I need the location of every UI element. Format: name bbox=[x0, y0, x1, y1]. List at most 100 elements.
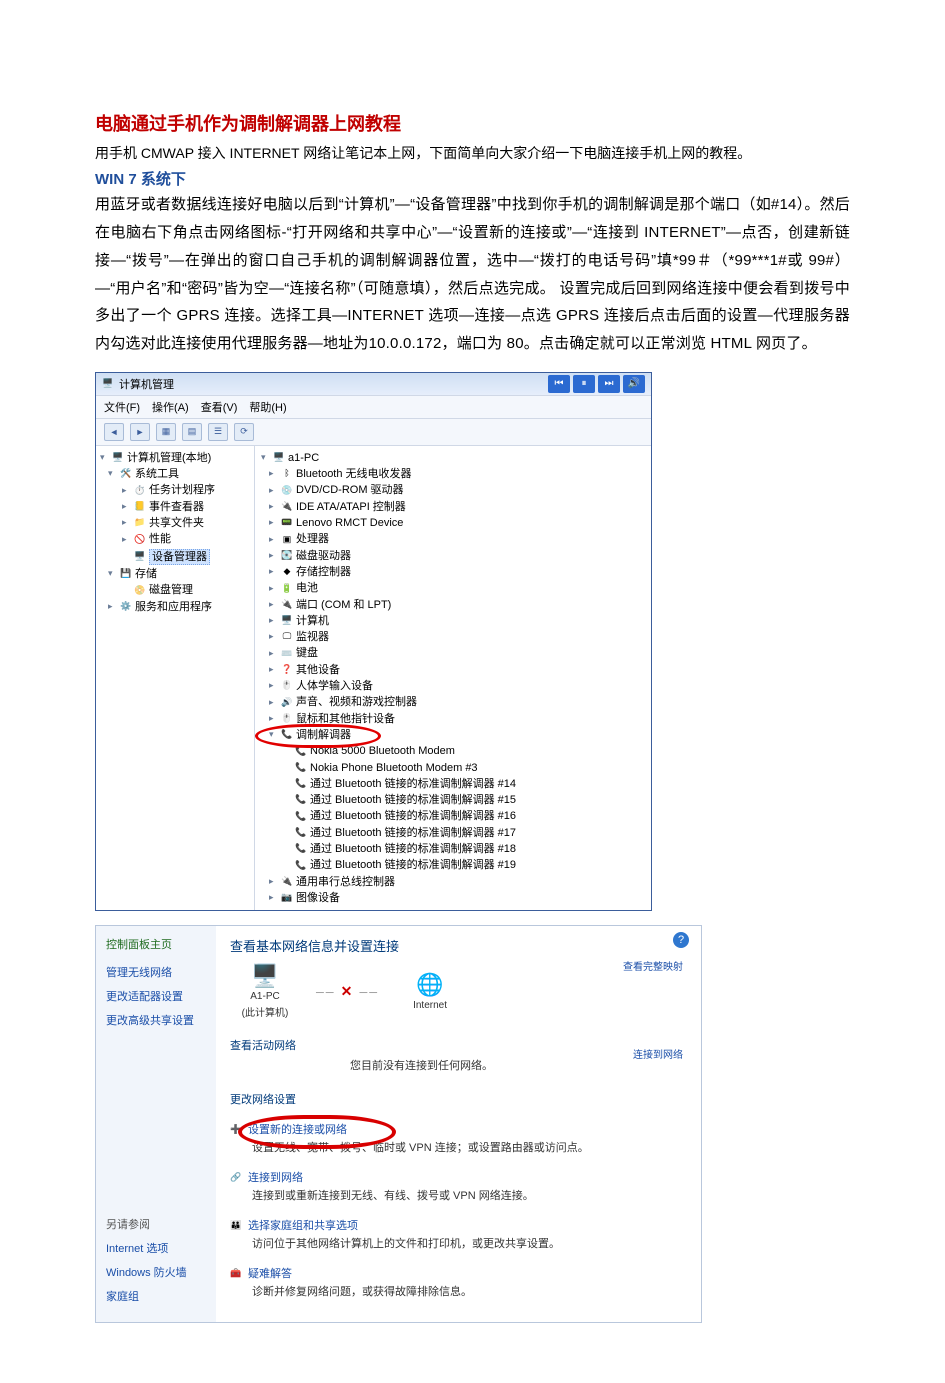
event-icon: 📒 bbox=[134, 501, 146, 512]
tree-item[interactable]: 事件查看器 bbox=[149, 500, 204, 514]
perf-icon: 🚫 bbox=[134, 534, 146, 545]
tree-item[interactable]: 任务计划程序 bbox=[149, 483, 215, 497]
media-next-icon[interactable]: ⏭ bbox=[598, 375, 620, 393]
left-link[interactable]: 更改高级共享设置 bbox=[106, 1012, 206, 1028]
device-cat[interactable]: 电池 bbox=[296, 581, 318, 595]
nav-back-icon[interactable]: ◄ bbox=[104, 423, 124, 441]
device-cat[interactable]: 键盘 bbox=[296, 646, 318, 660]
tool-icon[interactable]: ▤ bbox=[182, 423, 202, 441]
see-also-link[interactable]: Internet 选项 bbox=[106, 1240, 206, 1256]
device-mgr-icon: 🖥️ bbox=[134, 551, 146, 562]
tree-root[interactable]: 计算机管理(本地) bbox=[127, 451, 211, 465]
network-map: 🖥️ A1-PC (此计算机) ── ✕ ── 🌐 Internet bbox=[230, 963, 687, 1019]
modem-item[interactable]: Nokia Phone Bluetooth Modem #3 bbox=[310, 761, 478, 775]
computer-icon: 🖥️ bbox=[112, 453, 124, 464]
media-sound-icon[interactable]: 🔊 bbox=[623, 375, 645, 393]
device-cat[interactable]: 图像设备 bbox=[296, 891, 340, 905]
doc-intro: 用手机 CMWAP 接入 INTERNET 网络让笔记本上网，下面简单向大家介绍… bbox=[95, 142, 850, 164]
left-tree: ▾🖥️计算机管理(本地) ▾🛠️系统工具 ▸⏱️任务计划程序 ▸📒事件查看器 ▸… bbox=[96, 446, 255, 910]
refresh-icon[interactable]: ⟳ bbox=[234, 423, 254, 441]
modem-item[interactable]: 通过 Bluetooth 链接的标准调制解调器 #18 bbox=[310, 842, 516, 856]
tree-services[interactable]: 服务和应用程序 bbox=[135, 600, 212, 614]
window-title: 计算机管理 bbox=[119, 376, 174, 392]
connect-network-link[interactable]: 连接到网络 bbox=[633, 1046, 683, 1061]
task-icon: ⏱️ bbox=[134, 485, 146, 496]
device-cat[interactable]: 其他设备 bbox=[296, 663, 340, 677]
doc-title-red: 电脑通过手机作为调制解调器上网教程 bbox=[95, 110, 850, 136]
storage-ctrl-icon: ◆ bbox=[281, 567, 293, 578]
left-link[interactable]: 更改适配器设置 bbox=[106, 988, 206, 1004]
device-cat[interactable]: 鼠标和其他指针设备 bbox=[296, 712, 395, 726]
device-cat[interactable]: 磁盘驱动器 bbox=[296, 549, 351, 563]
modem-item-icon: 📞 bbox=[295, 827, 307, 838]
tree-systools[interactable]: 系统工具 bbox=[135, 467, 179, 481]
see-also-link[interactable]: Windows 防火墙 bbox=[106, 1264, 206, 1280]
keyboard-icon: ⌨️ bbox=[281, 648, 293, 659]
modem-item[interactable]: Nokia 5000 Bluetooth Modem bbox=[310, 744, 455, 758]
other-icon: ❓ bbox=[281, 664, 293, 675]
left-link[interactable]: 管理无线网络 bbox=[106, 964, 206, 980]
modem-item[interactable]: 通过 Bluetooth 链接的标准调制解调器 #17 bbox=[310, 826, 516, 840]
menu-help[interactable]: 帮助(H) bbox=[249, 399, 286, 415]
tree-item[interactable]: 共享文件夹 bbox=[149, 516, 204, 530]
modem-icon: 📞 bbox=[281, 730, 293, 741]
hid-icon: 🖱️ bbox=[281, 681, 293, 692]
tree-item[interactable]: 性能 bbox=[149, 532, 171, 546]
setup-conn-icon: ➕ bbox=[230, 1124, 242, 1135]
tool-icon[interactable]: ▦ bbox=[156, 423, 176, 441]
modem-item[interactable]: 通过 Bluetooth 链接的标准调制解调器 #15 bbox=[310, 793, 516, 807]
device-cat[interactable]: 通用串行总线控制器 bbox=[296, 875, 395, 889]
nc-title: 查看基本网络信息并设置连接 bbox=[230, 936, 687, 955]
modem-item[interactable]: 通过 Bluetooth 链接的标准调制解调器 #14 bbox=[310, 777, 516, 791]
tree-item-device-manager[interactable]: 设备管理器 bbox=[149, 549, 210, 565]
device-cat[interactable]: 监视器 bbox=[296, 630, 329, 644]
modem-item[interactable]: 通过 Bluetooth 链接的标准调制解调器 #16 bbox=[310, 809, 516, 823]
media-pause-icon[interactable]: ⏸ bbox=[573, 375, 595, 393]
device-cat[interactable]: 声音、视频和游戏控制器 bbox=[296, 695, 417, 709]
device-cat[interactable]: 处理器 bbox=[296, 532, 329, 546]
sound-icon: 🔊 bbox=[281, 697, 293, 708]
storage-icon: 💾 bbox=[120, 569, 132, 580]
device-cat[interactable]: 计算机 bbox=[296, 614, 329, 628]
device-cat[interactable]: 存储控制器 bbox=[296, 565, 351, 579]
task-desc: 连接到或重新连接到无线、有线、拨号或 VPN 网络连接。 bbox=[230, 1187, 687, 1203]
toolbar: ◄ ► ▦ ▤ ☰ ⟳ bbox=[96, 419, 651, 446]
media-controls: ⏮ ⏸ ⏭ 🔊 bbox=[548, 375, 645, 393]
task-connect[interactable]: 连接到网络 bbox=[248, 1169, 303, 1185]
mouse-icon: 🖱️ bbox=[281, 713, 293, 724]
cp-home[interactable]: 控制面板主页 bbox=[106, 936, 206, 952]
device-cat[interactable]: Bluetooth 无线电收发器 bbox=[296, 467, 412, 481]
task-troubleshoot[interactable]: 疑难解答 bbox=[248, 1265, 292, 1281]
change-net-hdr: 更改网络设置 bbox=[230, 1091, 687, 1107]
troubleshoot-icon: 🧰 bbox=[230, 1268, 242, 1279]
net-line: ── ✕ ── bbox=[316, 983, 379, 1000]
media-prev-icon[interactable]: ⏮ bbox=[548, 375, 570, 393]
view-full-map-link[interactable]: 查看完整映射 bbox=[623, 958, 683, 973]
tree-disk[interactable]: 磁盘管理 bbox=[149, 583, 193, 597]
menu-bar: 文件(F) 操作(A) 查看(V) 帮助(H) bbox=[96, 395, 651, 419]
tree-storage[interactable]: 存储 bbox=[135, 567, 157, 581]
modem-item[interactable]: 通过 Bluetooth 链接的标准调制解调器 #19 bbox=[310, 858, 516, 872]
see-also-link[interactable]: 家庭组 bbox=[106, 1288, 206, 1304]
device-cat-modems[interactable]: 调制解调器 bbox=[296, 728, 351, 742]
device-cat[interactable]: 人体学输入设备 bbox=[296, 679, 373, 693]
net-broken-icon: ✕ bbox=[341, 983, 355, 999]
internet-node-icon: 🌐 bbox=[416, 972, 443, 998]
device-cat[interactable]: Lenovo RMCT Device bbox=[296, 516, 403, 530]
pc-node-sub: (此计算机) bbox=[242, 1004, 289, 1019]
device-cat[interactable]: 端口 (COM 和 LPT) bbox=[296, 598, 391, 612]
device-cat[interactable]: IDE ATA/ATAPI 控制器 bbox=[296, 500, 406, 514]
modem-item-icon: 📞 bbox=[295, 762, 307, 773]
tool-icon[interactable]: ☰ bbox=[208, 423, 228, 441]
device-root[interactable]: a1-PC bbox=[288, 451, 319, 465]
homegroup-icon: 👪 bbox=[230, 1220, 242, 1231]
task-desc: 设置无线、宽带、拨号、临时或 VPN 连接；或设置路由器或访问点。 bbox=[230, 1139, 687, 1155]
device-cat[interactable]: DVD/CD-ROM 驱动器 bbox=[296, 483, 404, 497]
menu-view[interactable]: 查看(V) bbox=[201, 399, 238, 415]
nav-forward-icon[interactable]: ► bbox=[130, 423, 150, 441]
menu-action[interactable]: 操作(A) bbox=[152, 399, 189, 415]
task-new-connection[interactable]: 设置新的连接或网络 bbox=[248, 1121, 347, 1137]
disk-icon: 📀 bbox=[134, 585, 146, 596]
task-homegroup[interactable]: 选择家庭组和共享选项 bbox=[248, 1217, 358, 1233]
menu-file[interactable]: 文件(F) bbox=[104, 399, 140, 415]
